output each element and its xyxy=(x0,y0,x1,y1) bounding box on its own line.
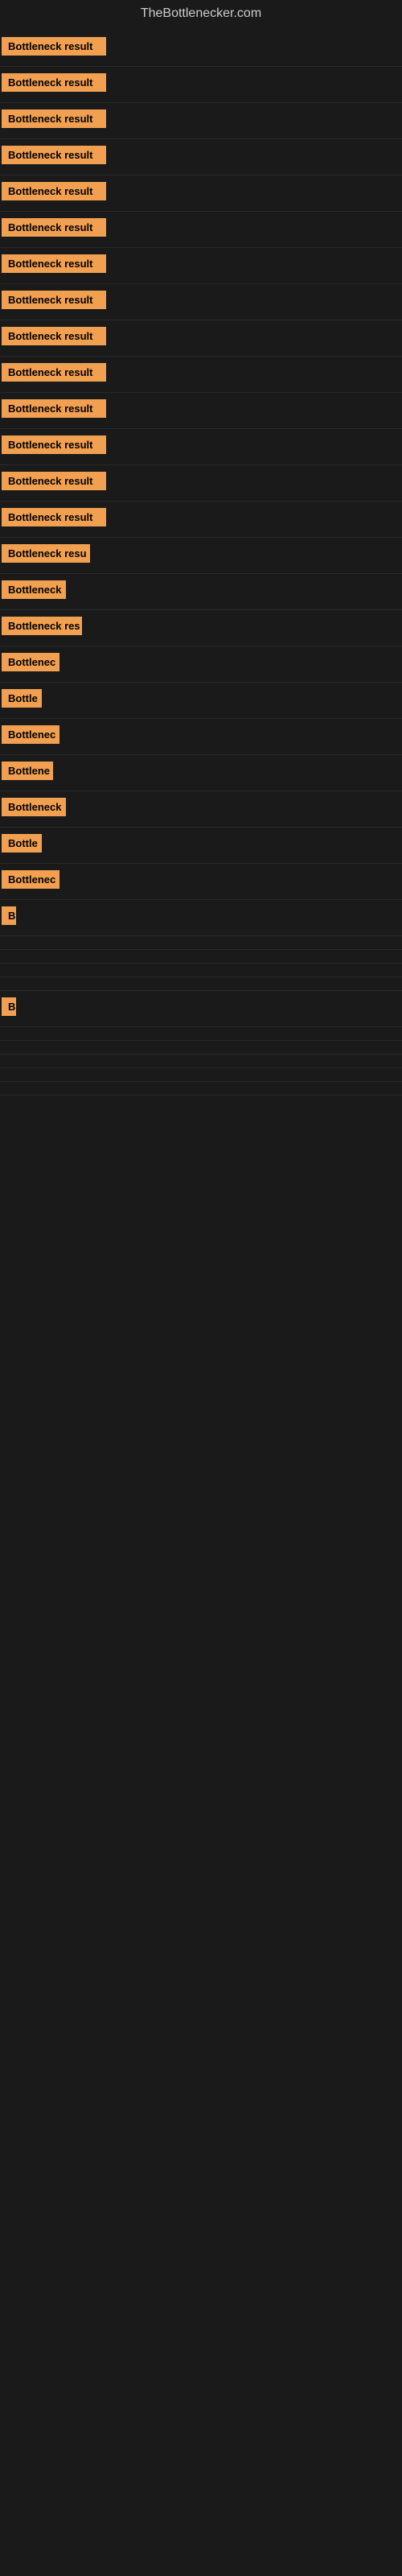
bottleneck-badge[interactable]: Bottleneck result xyxy=(2,218,106,237)
list-item: Bottleneck result xyxy=(0,175,402,212)
bottleneck-badge[interactable]: Bottleneck xyxy=(2,798,66,816)
bottleneck-badge[interactable]: Bottleneck result xyxy=(2,254,106,273)
bottleneck-badge[interactable]: Bottleneck result xyxy=(2,472,106,490)
list-item: Bottleneck result xyxy=(0,429,402,465)
list-item xyxy=(0,1041,402,1055)
bottleneck-badge[interactable]: Bottleneck result xyxy=(2,327,106,345)
list-item xyxy=(0,964,402,977)
bottleneck-badge[interactable]: Bottlenec xyxy=(2,653,59,671)
list-item xyxy=(0,1055,402,1068)
list-item: Bottleneck result xyxy=(0,248,402,284)
list-item: Bottleneck result xyxy=(0,284,402,320)
list-item: Bottleneck result xyxy=(0,139,402,175)
site-title: TheBottlenecker.com xyxy=(0,0,402,27)
bottleneck-badge[interactable]: Bottleneck result xyxy=(2,363,106,382)
list-item: Bottleneck result xyxy=(0,357,402,393)
bottleneck-badge[interactable]: Bottleneck result xyxy=(2,146,106,164)
list-item: Bottlenec xyxy=(0,719,402,755)
list-item: Bottlene xyxy=(0,755,402,791)
list-item: B xyxy=(0,991,402,1027)
bottleneck-badge[interactable]: Bottleneck res xyxy=(2,617,82,635)
bottleneck-badge[interactable]: B xyxy=(2,906,16,925)
bottleneck-badge[interactable]: Bottleneck result xyxy=(2,399,106,418)
bottleneck-badge[interactable]: Bottleneck result xyxy=(2,109,106,128)
bottleneck-badge[interactable]: Bottle xyxy=(2,689,42,708)
list-item xyxy=(0,1027,402,1041)
list-item xyxy=(0,936,402,950)
list-item: Bottleneck resu xyxy=(0,538,402,574)
list-item: Bottleneck result xyxy=(0,67,402,103)
bottleneck-badge[interactable]: Bottleneck result xyxy=(2,508,106,526)
list-item: Bottleneck result xyxy=(0,212,402,248)
list-item: Bottleneck result xyxy=(0,103,402,139)
list-item: Bottleneck result xyxy=(0,31,402,67)
bottleneck-badge[interactable]: Bottlenec xyxy=(2,870,59,889)
list-item: Bottleneck res xyxy=(0,610,402,646)
list-item: B xyxy=(0,900,402,936)
bottleneck-list: Bottleneck result Bottleneck result Bottle… xyxy=(0,27,402,1099)
list-item xyxy=(0,1082,402,1096)
list-item: Bottle xyxy=(0,683,402,719)
bottleneck-badge[interactable]: Bottlenec xyxy=(2,725,59,744)
list-item xyxy=(0,950,402,964)
list-item: Bottlenec xyxy=(0,864,402,900)
list-item: Bottlenec xyxy=(0,646,402,683)
list-item: Bottleneck result xyxy=(0,465,402,502)
bottleneck-badge[interactable]: Bottleneck result xyxy=(2,37,106,56)
bottleneck-badge[interactable]: Bottle xyxy=(2,834,42,852)
bottleneck-badge[interactable]: Bottleneck result xyxy=(2,291,106,309)
list-item: Bottleneck result xyxy=(0,393,402,429)
bottleneck-badge[interactable]: Bottleneck resu xyxy=(2,544,90,563)
bottleneck-badge[interactable]: Bottleneck result xyxy=(2,182,106,200)
bottleneck-badge[interactable]: Bottleneck result xyxy=(2,73,106,92)
bottleneck-badge[interactable]: B xyxy=(2,997,16,1016)
list-item: Bottleneck xyxy=(0,791,402,828)
list-item: Bottleneck result xyxy=(0,320,402,357)
list-item: Bottle xyxy=(0,828,402,864)
bottleneck-badge[interactable]: Bottlene xyxy=(2,762,53,780)
list-item: Bottleneck xyxy=(0,574,402,610)
list-item xyxy=(0,1068,402,1082)
bottleneck-badge[interactable]: Bottleneck xyxy=(2,580,66,599)
bottleneck-badge[interactable]: Bottleneck result xyxy=(2,436,106,454)
list-item: Bottleneck result xyxy=(0,502,402,538)
list-item xyxy=(0,977,402,991)
